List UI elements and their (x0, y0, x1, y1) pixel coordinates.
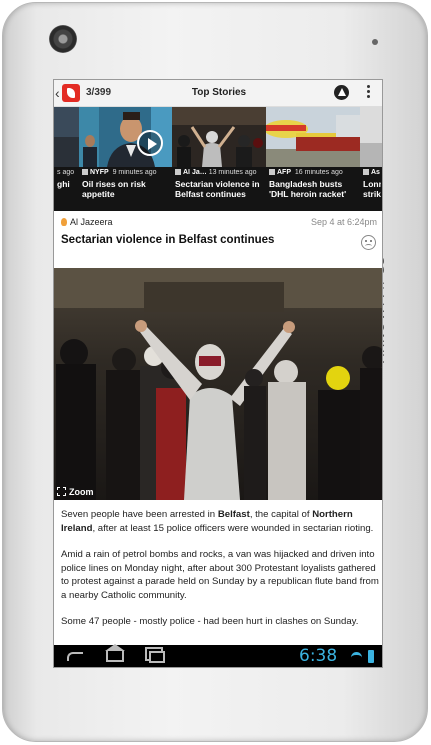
card-source: NYFP (90, 169, 109, 176)
source-logo-icon (363, 169, 369, 176)
card-thumbnail (172, 107, 266, 167)
article-header: Al Jazeera Sep 4 at 6:24pm Sectarian vio… (54, 211, 382, 268)
card-headline: Sectarian violence in Belfast continues (175, 179, 260, 199)
carousel-card[interactable]: Al Ja… 13 minutes ago Sectarian violence… (172, 107, 266, 211)
card-headline: Bangladesh busts 'DHL heroin racket' (269, 179, 347, 199)
protest-image (54, 268, 382, 500)
article-source-label: Al Jazeera (70, 217, 113, 227)
expand-icon (57, 487, 66, 496)
card-time: 9 minutes ago (112, 169, 157, 176)
card-time: s ago (57, 169, 75, 176)
story-carousel[interactable]: s ago ghi NYFP 9 minutes ago Oil rises o… (54, 107, 382, 211)
article-title: Sectarian violence in Belfast continues (61, 234, 275, 246)
card-headline: Oil rises on risk appetite (82, 179, 146, 199)
card-source: As (371, 169, 380, 176)
feed-icon[interactable] (334, 85, 349, 100)
link-belfast[interactable]: Belfast (218, 509, 250, 520)
card-headline: Lonm strike (363, 179, 381, 199)
system-nav-bar: 6:38 (54, 644, 382, 667)
card-time: 16 minutes ago (294, 169, 343, 176)
sentiment-face-icon[interactable] (361, 235, 376, 250)
zoom-label: Zoom (69, 487, 94, 497)
article-photo[interactable]: Zoom (54, 268, 382, 500)
card-headline: ghi (57, 179, 70, 189)
article-date: Sep 4 at 6:24pm (310, 217, 377, 227)
nav-back-icon[interactable] (67, 652, 83, 661)
zoom-button[interactable]: Zoom (57, 487, 94, 497)
article-source[interactable]: Al Jazeera (61, 217, 113, 227)
source-logo-icon (269, 169, 275, 176)
wifi-icon (351, 652, 362, 663)
article-body: Seven people have been arrested in Belfa… (61, 508, 379, 642)
page-title: Top Stories (191, 87, 247, 98)
screen: ‹ 3/399 Top Stories s ago ghi NYFP 9 min… (53, 79, 383, 668)
paragraph: Some 47 people - mostly police - had bee… (61, 616, 359, 627)
app-logo-icon[interactable] (62, 84, 80, 102)
carousel-card[interactable]: s ago ghi (54, 107, 79, 211)
nav-recent-apps-icon[interactable] (149, 651, 165, 663)
carousel-card[interactable]: As Lonm strike (360, 107, 382, 211)
paragraph: Seven people have been arrested in Belfa… (61, 509, 374, 534)
story-counter: 3/399 (86, 87, 112, 98)
card-thumbnail (360, 107, 382, 167)
carousel-card[interactable]: AFP 16 minutes ago Bangladesh busts 'DHL… (266, 107, 360, 211)
card-time: 13 minutes ago (208, 169, 257, 176)
source-logo-icon (82, 169, 88, 176)
play-video-icon[interactable] (137, 130, 163, 156)
battery-icon (368, 650, 374, 663)
tablet-frame: ARNOVA7h G3 ‹ 3/399 Top Stories s ago gh… (2, 2, 428, 742)
card-thumbnail (266, 107, 360, 167)
card-source: AFP (277, 169, 291, 176)
carousel-card[interactable]: NYFP 9 minutes ago Oil rises on risk app… (79, 107, 172, 211)
card-thumbnail (54, 107, 79, 167)
front-camera (49, 25, 77, 53)
back-icon[interactable]: ‹ (55, 85, 60, 101)
paragraph: Amid a rain of petrol bombs and rocks, a… (61, 549, 379, 601)
status-clock: 6:38 (299, 646, 338, 666)
light-sensor (372, 39, 378, 45)
overflow-menu-icon[interactable] (365, 85, 371, 102)
action-bar: ‹ 3/399 Top Stories (54, 80, 382, 107)
source-flame-icon (61, 218, 67, 226)
source-logo-icon (175, 169, 181, 176)
nav-home-icon[interactable] (105, 644, 125, 662)
card-source: Al Ja… (183, 169, 207, 176)
